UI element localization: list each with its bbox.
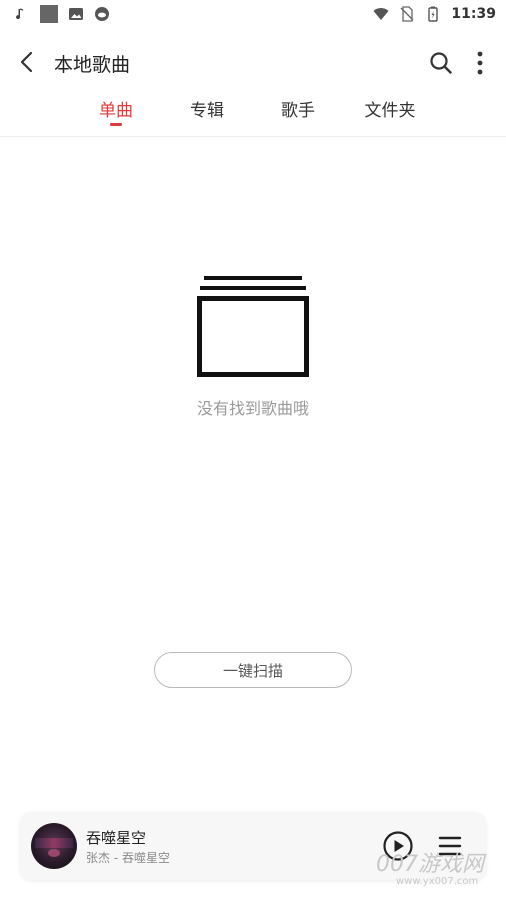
scan-button-label: 一键扫描 [222, 661, 283, 680]
chevron-left-icon [20, 51, 33, 73]
scan-button[interactable]: 一键扫描 [154, 652, 352, 688]
status-right: 11:39 [373, 6, 496, 22]
status-time: 11:39 [451, 6, 496, 22]
more-vertical-icon [477, 51, 483, 75]
no-sim-icon [400, 6, 414, 22]
watermark-logo: 007游戏网 [376, 852, 484, 877]
search-icon [430, 52, 452, 74]
tab-folders[interactable]: 文件夹 [355, 96, 425, 121]
tab-bar: 单曲 专辑 歌手 文件夹 [0, 92, 506, 137]
more-options-button[interactable] [466, 49, 494, 77]
wifi-icon [373, 8, 389, 20]
now-playing-subtitle: 张杰 - 吞噬星空 [86, 851, 170, 865]
page-title: 本地歌曲 [54, 54, 131, 76]
image-icon [69, 8, 83, 20]
active-tab-indicator [110, 123, 122, 126]
watermark: 007游戏网 www.yx007.com [376, 846, 504, 896]
header: 本地歌曲 [0, 42, 506, 84]
music-note-icon [16, 8, 24, 20]
status-bar: 11:39 [0, 0, 506, 28]
empty-message: 没有找到歌曲哦 [196, 399, 309, 418]
watermark-url: www.yx007.com [396, 876, 479, 887]
album-art-glow [48, 849, 60, 857]
tab-albums[interactable]: 专辑 [172, 96, 242, 121]
cloud-icon [95, 7, 109, 21]
tab-artists[interactable]: 歌手 [263, 96, 333, 121]
empty-folder-stack-icon [197, 276, 309, 377]
square-icon [40, 5, 58, 23]
album-art[interactable] [31, 823, 77, 869]
status-left [14, 5, 110, 23]
back-button[interactable] [14, 48, 42, 76]
now-playing-title: 吞噬星空 [86, 829, 147, 847]
battery-icon [428, 6, 439, 22]
tab-songs[interactable]: 单曲 [81, 96, 151, 121]
search-button[interactable] [427, 49, 455, 77]
album-art-band [35, 838, 73, 848]
